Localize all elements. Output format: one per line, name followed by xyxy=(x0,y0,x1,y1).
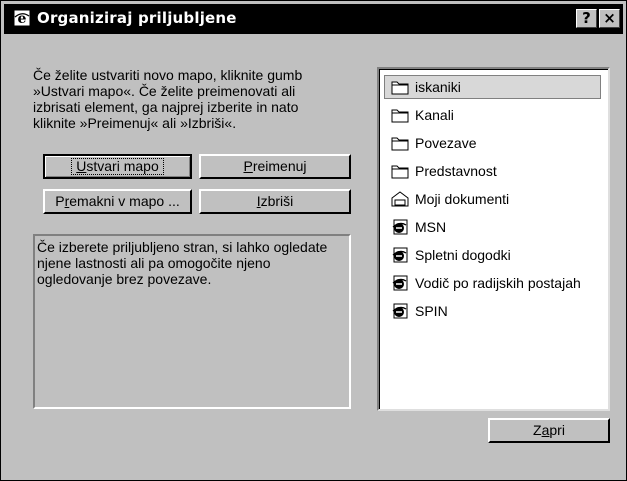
list-item[interactable]: Moji dokumenti xyxy=(385,188,600,210)
ie-link-icon xyxy=(391,303,409,319)
list-item-label: iskaniki xyxy=(415,79,461,95)
list-item[interactable]: Predstavnost xyxy=(385,160,600,182)
organize-favorites-dialog: e Organiziraj priljubljene ? × Če želite… xyxy=(0,0,627,481)
folder-icon xyxy=(391,135,409,151)
instructions-text: Če želite ustvariti novo mapo, kliknite … xyxy=(33,67,303,131)
list-item[interactable]: MSN xyxy=(385,216,600,238)
list-item[interactable]: Povezave xyxy=(385,132,600,154)
delete-button[interactable]: Izbriši xyxy=(199,189,351,214)
list-item-label: Predstavnost xyxy=(415,163,497,179)
folder-icon xyxy=(391,79,409,95)
ie-link-icon xyxy=(391,219,409,235)
window-title: Organiziraj priljubljene xyxy=(37,9,237,27)
ie-favorites-icon: e xyxy=(13,9,31,27)
close-window-button[interactable]: × xyxy=(599,9,620,28)
create-folder-button[interactable]: Ustvari mapo xyxy=(43,154,192,179)
list-item-label: Spletni dogodki xyxy=(415,247,511,263)
list-item[interactable]: Spletni dogodki xyxy=(385,244,600,266)
title-bar[interactable]: e Organiziraj priljubljene ? × xyxy=(4,4,623,34)
ie-link-icon xyxy=(391,275,409,291)
info-panel: Če izberete priljubljeno stran, si lahko… xyxy=(33,234,351,409)
list-item-label: SPIN xyxy=(415,303,448,319)
list-item[interactable]: iskaniki xyxy=(384,75,601,99)
list-item-label: Kanali xyxy=(415,107,454,123)
list-item-label: MSN xyxy=(415,219,447,235)
list-item[interactable]: Vodič po radijskih postajah xyxy=(385,272,600,294)
ie-link-icon xyxy=(391,247,409,263)
folder-icon xyxy=(391,107,409,123)
list-item-label: Vodič po radijskih postajah xyxy=(415,275,581,291)
list-item[interactable]: SPIN xyxy=(385,300,600,322)
favorites-list[interactable]: iskaniki Kanali Povezave Predstavnost Moji d… xyxy=(377,67,610,411)
list-item-label: Moji dokumenti xyxy=(415,191,510,207)
folder-icon xyxy=(391,163,409,179)
my-documents-icon xyxy=(391,191,409,207)
list-item[interactable]: Kanali xyxy=(385,104,600,126)
list-item-label: Povezave xyxy=(415,135,477,151)
rename-button[interactable]: Preimenuj xyxy=(199,154,351,179)
move-to-folder-button[interactable]: Premakni v mapo ... xyxy=(43,189,192,214)
close-button[interactable]: Zapri xyxy=(488,418,610,443)
help-button[interactable]: ? xyxy=(576,9,597,28)
